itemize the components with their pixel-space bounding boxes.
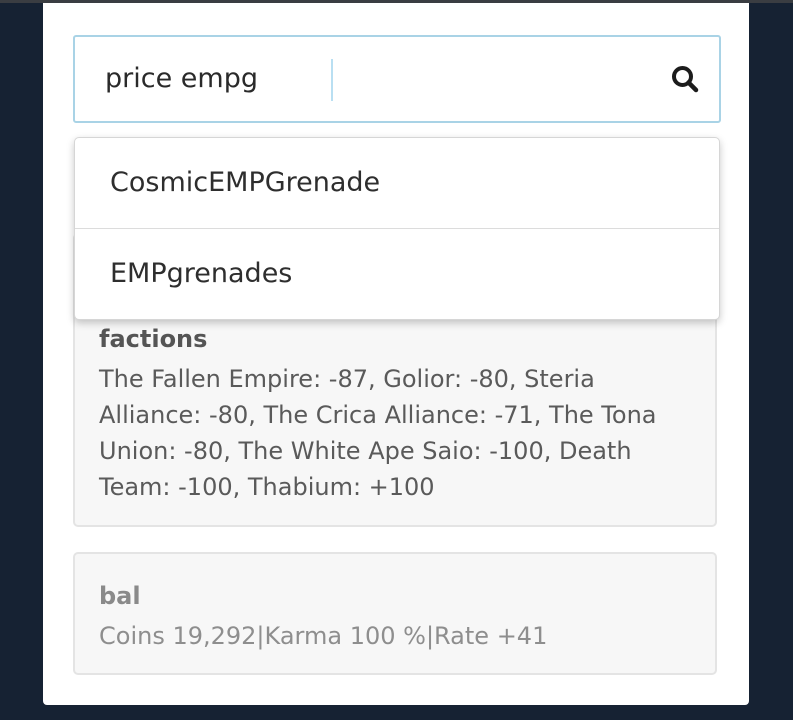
factions-title: factions bbox=[99, 325, 208, 353]
suggestion-item[interactable]: EMPgrenades bbox=[75, 228, 719, 319]
search-input[interactable] bbox=[75, 37, 665, 121]
bal-text: Coins 19,292|Karma 100 %|Rate +41 bbox=[99, 622, 548, 650]
bal-title: bal bbox=[99, 582, 141, 610]
bal-card: bal Coins 19,292|Karma 100 %|Rate +41 bbox=[73, 552, 717, 675]
suggestion-item[interactable]: CosmicEMPGrenade bbox=[75, 138, 719, 228]
factions-text: The Fallen Empire: -87, Golior: -80, Ste… bbox=[99, 365, 657, 501]
main-panel: CosmicEMPGrenade EMPgrenades factions Th… bbox=[43, 3, 749, 705]
text-caret bbox=[331, 59, 333, 101]
autocomplete-dropdown: CosmicEMPGrenade EMPgrenades bbox=[74, 137, 720, 320]
search-button[interactable] bbox=[665, 59, 705, 99]
search-box bbox=[73, 35, 721, 123]
search-icon bbox=[672, 66, 699, 93]
